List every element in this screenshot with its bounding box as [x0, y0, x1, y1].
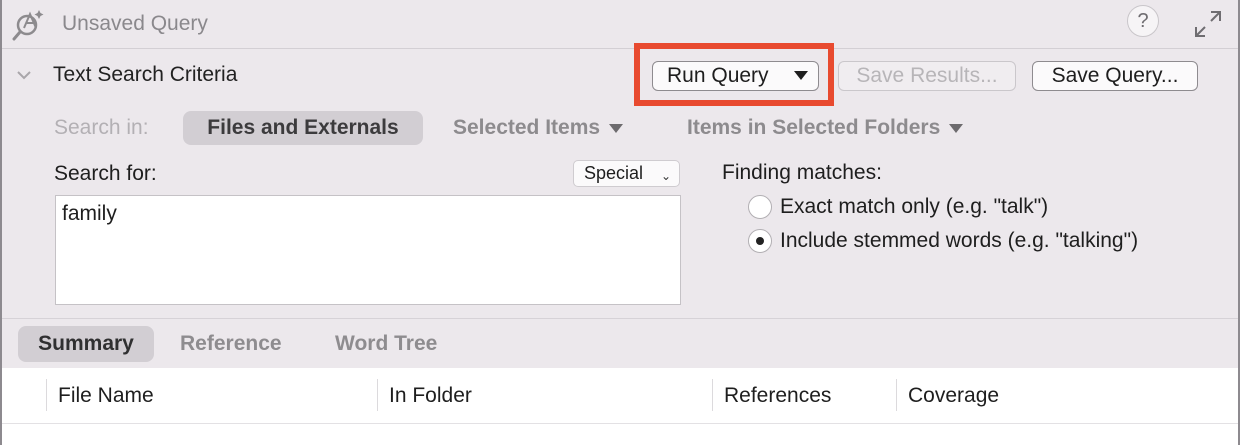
save-query-button[interactable]: Save Query... — [1032, 61, 1198, 91]
title-bar: Unsaved Query ? — [2, 0, 1238, 49]
save-results-button[interactable]: Save Results... — [838, 61, 1016, 91]
search-for-label: Search for: — [54, 162, 157, 185]
selected-items-label: Selected Items — [453, 116, 601, 139]
exact-match-label: Exact match only (e.g. "talk") — [780, 195, 1049, 218]
column-header-coverage[interactable]: Coverage — [908, 384, 999, 408]
results-table: File Name In Folder References Coverage — [2, 368, 1238, 445]
expand-icon[interactable] — [1193, 9, 1223, 39]
search-in-label: Search in: — [54, 116, 149, 139]
selected-folders-label: Items in Selected Folders — [687, 116, 941, 139]
help-button[interactable]: ? — [1127, 5, 1159, 37]
header-rule — [2, 423, 1238, 424]
chevron-down-icon[interactable] — [15, 66, 33, 84]
special-dropdown[interactable]: Special ⌄ — [573, 160, 680, 187]
chevron-down-icon: ⌄ — [660, 169, 671, 183]
dropdown-arrow-icon — [949, 123, 964, 133]
stemmed-words-radio[interactable] — [748, 229, 772, 253]
query-app-icon — [12, 10, 44, 41]
criteria-title: Text Search Criteria — [53, 63, 238, 86]
search-in-selected-items[interactable]: Selected Items — [453, 111, 624, 145]
run-query-highlight — [634, 43, 834, 106]
tab-word-tree[interactable]: Word Tree — [335, 326, 437, 362]
column-header-references[interactable]: References — [724, 384, 831, 408]
dropdown-arrow-icon — [609, 123, 624, 133]
column-header-in-folder[interactable]: In Folder — [389, 384, 472, 408]
stemmed-words-label: Include stemmed words (e.g. "talking") — [780, 229, 1139, 252]
exact-match-radio[interactable] — [748, 195, 772, 219]
window-title: Unsaved Query — [62, 12, 208, 35]
search-text-field[interactable]: family — [55, 195, 681, 305]
column-separator[interactable] — [46, 379, 47, 411]
column-separator[interactable] — [896, 379, 897, 411]
tab-reference[interactable]: Reference — [180, 326, 282, 362]
search-in-files-and-externals[interactable]: Files and Externals — [183, 111, 423, 145]
finding-matches-label: Finding matches: — [722, 161, 882, 184]
column-separator[interactable] — [712, 379, 713, 411]
column-separator[interactable] — [377, 379, 378, 411]
section-divider — [2, 318, 1238, 319]
search-in-selected-folders[interactable]: Items in Selected Folders — [687, 111, 964, 145]
tab-summary[interactable]: Summary — [18, 326, 154, 362]
special-label: Special — [584, 163, 644, 183]
column-header-file-name[interactable]: File Name — [58, 384, 154, 408]
